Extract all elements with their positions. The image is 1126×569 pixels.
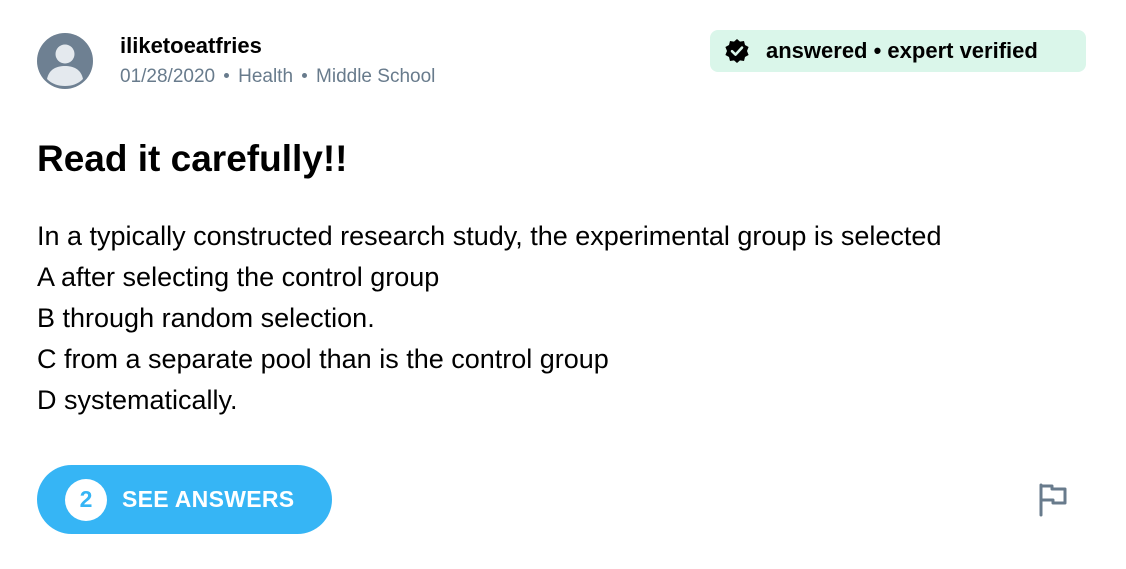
verified-check-icon — [725, 39, 749, 63]
see-answers-label: SEE ANSWERS — [122, 486, 295, 512]
user-avatar-icon[interactable] — [37, 33, 93, 89]
question-line: In a typically constructed research stud… — [37, 221, 942, 251]
author-username[interactable]: iliketoeatfries — [120, 32, 262, 60]
subject-link[interactable]: Health — [238, 66, 293, 87]
question-title: Read it carefully!! — [37, 138, 348, 179]
separator-dot — [224, 73, 230, 79]
question-line: B through random selection. — [37, 303, 375, 333]
see-answers-button[interactable]: 2 SEE ANSWERS — [37, 465, 332, 534]
status-badge: answered • expert verified — [710, 30, 1086, 72]
question-date: 01/28/2020 — [120, 66, 216, 87]
badge-label: answered • expert verified — [766, 38, 1038, 63]
separator-dot — [302, 73, 308, 79]
question-line: A after selecting the control group — [37, 262, 440, 292]
question-line: D systematically. — [37, 385, 238, 415]
question-line: C from a separate pool than is the contr… — [37, 344, 609, 374]
question-body: In a typically constructed research stud… — [37, 216, 1097, 421]
answer-count-badge: 2 — [65, 478, 107, 521]
question-meta: 01/28/2020 Health Middle School — [120, 64, 435, 90]
school-level: Middle School — [316, 66, 436, 87]
flag-icon[interactable] — [1036, 482, 1070, 518]
